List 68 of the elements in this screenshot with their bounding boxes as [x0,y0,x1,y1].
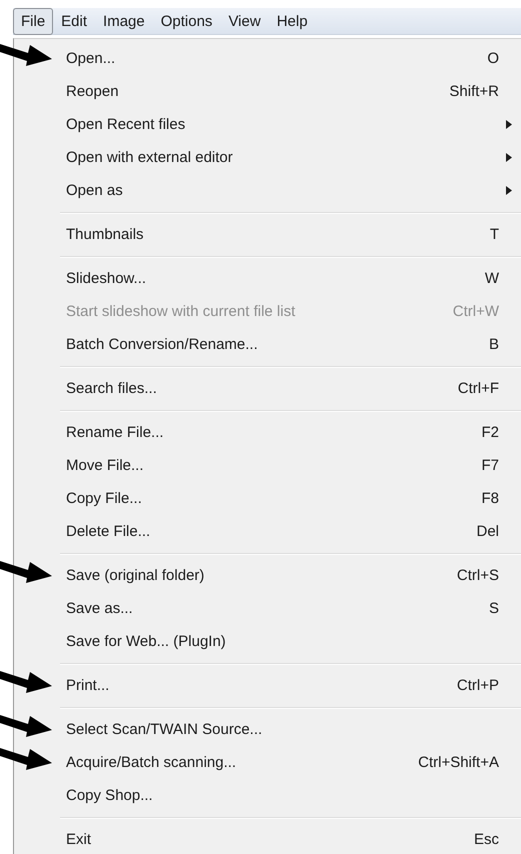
menu-item-label: Reopen [66,82,119,102]
menu-item[interactable]: Copy File... F8 [14,482,521,515]
shortcut-label: F2 [481,423,499,443]
shortcut-label: Esc [474,830,499,850]
menu-item[interactable]: Batch Conversion/Rename... B [14,328,521,361]
menu-item[interactable]: Thumbnails T [14,218,521,251]
menu-bar-item[interactable]: Options [152,8,220,35]
menu-item-label: Search files... [66,379,157,399]
menu-item[interactable]: Slideshow... W [14,262,521,295]
menu-item-label: Open with external editor [66,148,233,168]
menu-item-label: Open... [66,49,116,69]
menu-item-label: Batch Conversion/Rename... [66,335,258,355]
menu-item-label: Save as... [66,599,133,619]
menu-item[interactable]: Move File... F7 [14,449,521,482]
menu-item-label: Open as [66,181,123,201]
shortcut-label: Shift+R [449,82,499,102]
menu-item[interactable]: Copy Shop... [14,779,521,812]
shortcut-label: Ctrl+F [458,379,499,399]
menu-item-label: Move File... [66,456,144,476]
shortcut-label: Ctrl+P [456,676,499,696]
shortcut-label: W [484,269,499,289]
shortcut-label: T [490,225,499,245]
menu-item[interactable]: Open Recent files [14,108,521,141]
menu-item-label: Delete File... [66,522,150,542]
menu-bar-item[interactable]: Image [95,8,153,35]
menu-item-label: Exit [66,830,92,850]
menu-bar-item[interactable]: Edit [53,8,96,35]
menu-item[interactable]: Acquire/Batch scanning... Ctrl+Shift+A [14,746,521,779]
shortcut-label: Ctrl+S [456,566,499,586]
menu-item[interactable]: Open with external editor [14,141,521,174]
shortcut-label: F8 [481,489,499,509]
submenu-arrow-icon [506,120,512,129]
shortcut-label: B [488,335,499,355]
shortcut-label: Del [476,522,499,542]
menu-item-label: Save for Web... (PlugIn) [66,632,226,652]
submenu-arrow-icon [506,186,512,195]
menu-item[interactable]: Open... O [14,42,521,75]
menu-item[interactable]: Open as [14,174,521,207]
menu-bar-item[interactable]: Help [268,8,316,35]
menu-item[interactable]: Save for Web... (PlugIn) [14,625,521,658]
menu-bar-item[interactable]: File [13,8,54,35]
menu-item-label: Open Recent files [66,115,186,135]
menu-item[interactable]: Exit Esc [14,823,521,854]
shortcut-label: O [487,49,499,69]
menu-item[interactable]: Rename File... F2 [14,416,521,449]
shortcut-label: Ctrl+Shift+A [418,753,499,773]
submenu-arrow-icon [506,153,512,162]
menu-bar-item[interactable]: View [220,8,269,35]
menu-item-label: Rename File... [66,423,164,443]
menu-item-label: Save (original folder) [66,566,204,586]
shortcut-label: F7 [481,456,499,476]
menu-item-label: Thumbnails [66,225,144,245]
menu-item-label: Acquire/Batch scanning... [66,753,236,773]
menu-item-label: Select Scan/TWAIN Source... [66,720,262,740]
menu-item-label: Print... [66,676,110,696]
menu-item-label: Slideshow... [66,269,146,289]
shortcut-label: Ctrl+W [452,302,499,322]
menu-item[interactable]: Search files... Ctrl+F [14,372,521,405]
menu-item[interactable]: Print... Ctrl+P [14,669,521,702]
menu-item-label: Copy File... [66,489,142,509]
menu-item[interactable]: Delete File... Del [14,515,521,548]
menu-item-label: Start slideshow with current file list [66,302,296,322]
menu-item[interactable]: Save (original folder) Ctrl+S [14,559,521,592]
menu-item[interactable]: Save as... S [14,592,521,625]
menu-item[interactable]: Reopen Shift+R [14,75,521,108]
menu-item-label: Copy Shop... [66,786,153,806]
shortcut-label: S [488,599,499,619]
menu-item[interactable]: Select Scan/TWAIN Source... [14,713,521,746]
